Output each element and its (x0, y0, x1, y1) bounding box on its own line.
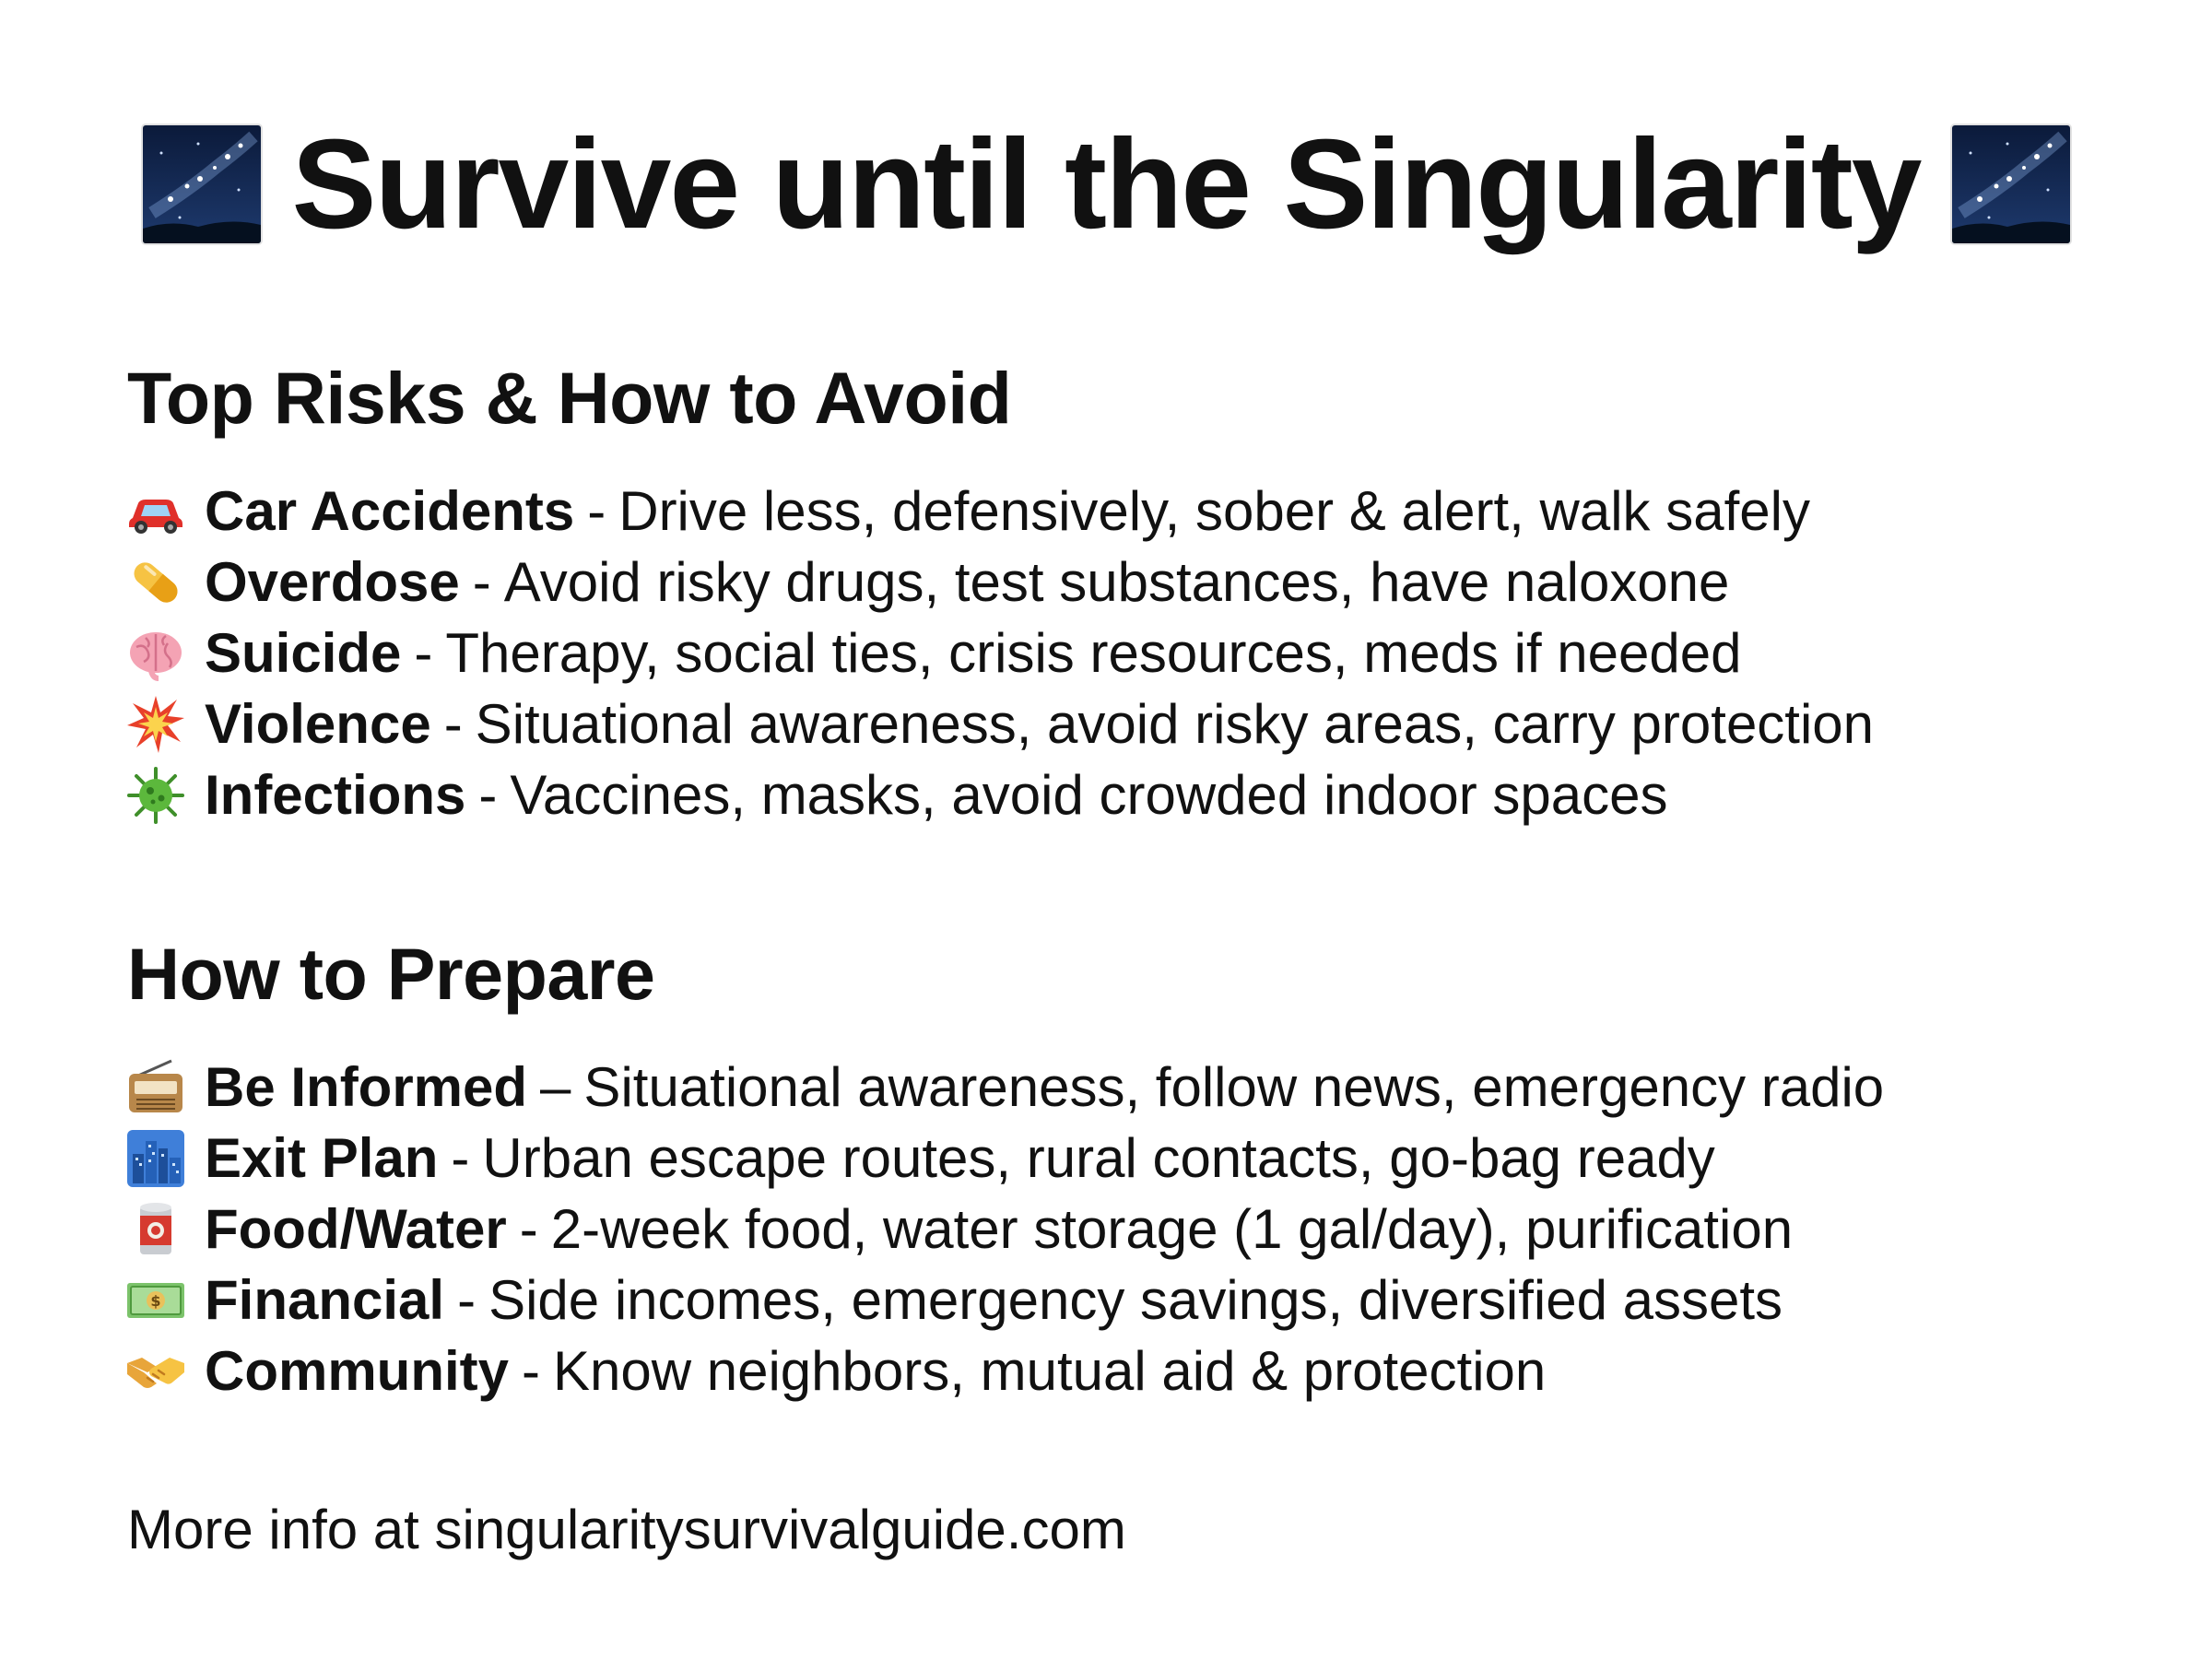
item-separator: - (478, 763, 498, 826)
money-icon: $ (127, 1282, 184, 1318)
svg-text:$: $ (150, 1292, 160, 1310)
item-name: Overdose (205, 550, 460, 613)
item-name: Car Accidents (205, 479, 575, 542)
car-icon (129, 499, 182, 534)
item-name: Exit Plan (205, 1126, 439, 1189)
item-name: Infections (205, 763, 466, 826)
item-name: Financial (205, 1268, 445, 1331)
item-description: Situational awareness, avoid risky areas… (475, 692, 1875, 755)
item-name: Violence (205, 692, 431, 755)
prepare-heading: How to Prepare (127, 933, 655, 1015)
list-item: $ Financial - Side incomes, emergency sa… (125, 1265, 1884, 1335)
item-description: Vaccines, masks, avoid crowded indoor sp… (510, 763, 1668, 826)
handshake-icon (127, 1357, 184, 1388)
item-separator: - (519, 1197, 538, 1260)
milky-way-icon (142, 125, 261, 243)
footer-note: More info at singularitysurvivalguide.co… (127, 1499, 1126, 1560)
item-name: Be Informed (205, 1055, 528, 1118)
risks-list: Car Accidents - Drive less, defensively,… (125, 476, 1874, 830)
item-description: Situational awareness, follow news, emer… (583, 1055, 1885, 1118)
item-separator: - (443, 692, 463, 755)
radio-icon (129, 1059, 182, 1112)
item-description: Urban escape routes, rural contacts, go-… (482, 1126, 1715, 1189)
microbe-icon (127, 766, 184, 824)
item-description: Drive less, defensively, sober & alert, … (618, 479, 1810, 542)
item-name: Community (205, 1339, 509, 1402)
page-title: Survive until the Singularity (291, 113, 1923, 255)
cityscape-icon (127, 1129, 184, 1187)
item-separator: - (472, 550, 491, 613)
item-description: Side incomes, emergency savings, diversi… (488, 1268, 1783, 1331)
pill-icon (134, 561, 178, 603)
list-item: Infections - Vaccines, masks, avoid crow… (125, 759, 1874, 830)
risks-heading: Top Risks & How to Avoid (127, 357, 1012, 439)
item-separator: - (522, 1339, 540, 1402)
item-description: Therapy, social ties, crisis resources, … (445, 621, 1742, 684)
item-separator: - (587, 479, 606, 542)
item-description: Know neighbors, mutual aid & protection (552, 1339, 1547, 1402)
item-name: Suicide (205, 621, 402, 684)
list-item: Community - Know neighbors, mutual aid &… (125, 1335, 1884, 1406)
canned-food-icon (140, 1202, 171, 1254)
list-item: Exit Plan - Urban escape routes, rural c… (125, 1123, 1884, 1194)
list-item: Suicide - Therapy, social ties, crisis r… (125, 618, 1874, 688)
item-description: Avoid risky drugs, test substances, have… (503, 550, 1730, 613)
item-name: Food/Water (205, 1197, 507, 1260)
collision-icon (127, 695, 184, 753)
list-item: Car Accidents - Drive less, defensively,… (125, 476, 1874, 547)
list-item: Food/Water - 2-week food, water storage … (125, 1194, 1884, 1265)
title-row: Survive until the Singularity (0, 115, 2212, 253)
prepare-list: Be Informed – Situational awareness, fol… (125, 1052, 1884, 1406)
brain-icon (130, 631, 182, 681)
item-description: 2-week food, water storage (1 gal/day), … (550, 1197, 1794, 1260)
item-separator: - (451, 1126, 470, 1189)
item-separator: - (414, 621, 433, 684)
list-item: Be Informed – Situational awareness, fol… (125, 1052, 1884, 1123)
item-separator: – (540, 1055, 571, 1118)
list-item: Violence - Situational awareness, avoid … (125, 688, 1874, 759)
milky-way-icon (1951, 125, 2070, 243)
item-separator: - (457, 1268, 477, 1331)
list-item: Overdose - Avoid risky drugs, test subst… (125, 547, 1874, 618)
